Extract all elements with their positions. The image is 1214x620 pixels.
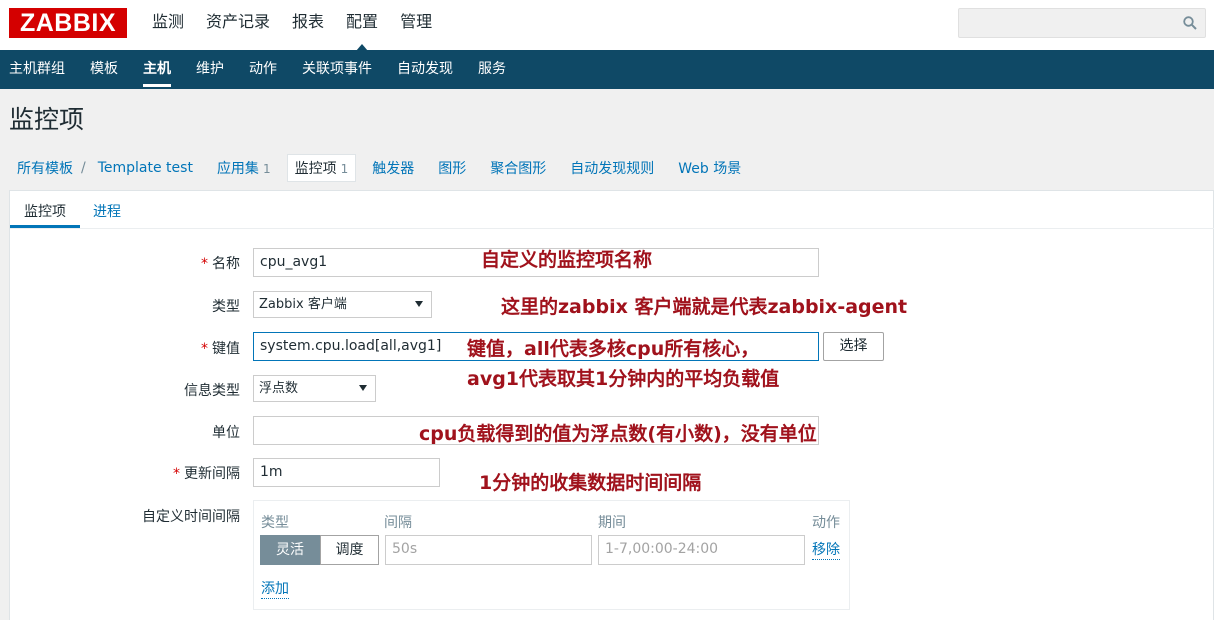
crumb-applications[interactable]: 应用集 1 <box>217 158 271 178</box>
update-interval-label-text: 更新间隔 <box>184 466 240 482</box>
type-select-value: Zabbix 客户端 <box>259 297 347 312</box>
chevron-down-icon <box>359 385 367 391</box>
custom-interval-input[interactable]: 50s <box>385 535 592 565</box>
active-tab-indicator <box>10 225 80 228</box>
required-mark: * <box>201 256 208 272</box>
crumb-template[interactable]: Template test <box>98 160 193 176</box>
custom-intervals-label: 自定义时间间隔 <box>142 509 240 525</box>
submenu-hosts[interactable]: 主机 <box>143 50 171 89</box>
key-label: * 键值 <box>10 338 240 358</box>
custom-interval-placeholder: 50s <box>392 541 418 557</box>
required-mark: * <box>201 341 208 357</box>
form-tabs: 监控项 进程 <box>10 191 1214 229</box>
annotation-key-line1: 键值，all代表多核cpu所有核心， <box>467 338 760 360</box>
crumb-items-count: 1 <box>340 162 349 176</box>
top-bar: ZABBIX 监测 资产记录 报表 配置 管理 <box>0 0 1214 51</box>
info-type-select[interactable]: 浮点数 <box>253 375 376 402</box>
search-input[interactable] <box>958 8 1206 38</box>
submenu-correlation[interactable]: 关联项事件 <box>302 50 372 89</box>
key-label-text: 键值 <box>212 341 240 357</box>
submenu-host-groups[interactable]: 主机群组 <box>9 50 65 89</box>
remove-interval-link[interactable]: 移除 <box>812 541 840 560</box>
col-interval-header: 间隔 <box>384 515 412 531</box>
submenu-services[interactable]: 服务 <box>478 50 506 89</box>
submenu-discovery[interactable]: 自动发现 <box>397 50 453 89</box>
crumb-discovery-rules[interactable]: 自动发现规则 <box>570 158 654 178</box>
crumb-triggers[interactable]: 触发器 <box>372 158 414 178</box>
crumb-items-label: 监控项 <box>294 161 337 177</box>
search-icon[interactable] <box>1183 16 1197 30</box>
update-interval-input[interactable]: 1m <box>253 458 440 487</box>
annotation-units: cpu负载得到的值为浮点数(有小数)，没有单位 <box>419 423 817 445</box>
units-label: 单位 <box>212 425 240 441</box>
crumb-separator: / <box>81 160 86 176</box>
main-menu: 监测 资产记录 报表 配置 管理 <box>152 0 454 51</box>
custom-period-placeholder: 1-7,00:00-24:00 <box>605 541 719 557</box>
choose-key-button[interactable]: 选择 <box>823 332 884 361</box>
submenu-actions[interactable]: 动作 <box>249 50 277 89</box>
crumb-web-scenarios[interactable]: Web 场景 <box>678 158 741 178</box>
scheduling-option[interactable]: 调度 <box>320 535 379 565</box>
annotation-type: 这里的zabbix 客户端就是代表zabbix-agent <box>501 296 908 318</box>
name-label: * 名称 <box>10 253 240 273</box>
type-select[interactable]: Zabbix 客户端 <box>253 291 432 318</box>
custom-intervals-table: 类型 间隔 期间 动作 灵活 调度 50s 1-7,00:00-24:00 移除… <box>253 500 850 610</box>
crumb-screens[interactable]: 聚合图形 <box>490 158 546 178</box>
chevron-down-icon <box>415 301 423 307</box>
crumb-graphs[interactable]: 图形 <box>438 158 466 178</box>
name-label-text: 名称 <box>212 256 240 272</box>
annotation-name: 自定义的监控项名称 <box>481 249 653 271</box>
crumb-all-templates[interactable]: 所有模板 <box>17 158 73 178</box>
info-type-select-value: 浮点数 <box>259 381 299 396</box>
tab-process[interactable]: 进程 <box>93 201 121 221</box>
breadcrumb: 所有模板 / Template test 应用集 1 监控项 1 触发器 图形 聚合… <box>9 152 757 184</box>
menu-inventory[interactable]: 资产记录 <box>206 0 270 50</box>
type-label: 类型 <box>212 299 240 315</box>
page-title: 监控项 <box>9 105 85 134</box>
sub-menu-bar: 主机群组 模板 主机 维护 动作 关联项事件 自动发现 服务 <box>0 50 1214 89</box>
crumb-applications-label: 应用集 <box>216 161 259 177</box>
menu-reports[interactable]: 报表 <box>292 0 324 50</box>
col-period-header: 期间 <box>598 515 626 531</box>
tab-item[interactable]: 监控项 <box>24 201 66 221</box>
update-interval-label: * 更新间隔 <box>10 463 240 483</box>
col-action-header: 动作 <box>812 515 840 531</box>
sub-menu: 主机群组 模板 主机 维护 动作 关联项事件 自动发现 服务 <box>0 50 1214 89</box>
menu-configuration[interactable]: 配置 <box>346 0 378 51</box>
crumb-applications-count: 1 <box>262 162 271 176</box>
submenu-templates[interactable]: 模板 <box>90 50 118 89</box>
info-type-label: 信息类型 <box>184 383 240 399</box>
add-interval-link[interactable]: 添加 <box>261 580 289 599</box>
annotation-key-line2: avg1代表取其1分钟内的平均负载值 <box>467 368 780 390</box>
menu-monitoring[interactable]: 监测 <box>152 0 184 50</box>
zabbix-logo[interactable]: ZABBIX <box>9 8 127 38</box>
annotation-update-interval: 1分钟的收集数据时间间隔 <box>479 472 702 494</box>
interval-type-toggle: 灵活 调度 <box>260 535 379 565</box>
flexible-option[interactable]: 灵活 <box>260 535 320 565</box>
menu-administration[interactable]: 管理 <box>400 0 432 50</box>
custom-period-input[interactable]: 1-7,00:00-24:00 <box>598 535 805 565</box>
crumb-items[interactable]: 监控项 1 <box>286 154 357 182</box>
col-type-header: 类型 <box>261 515 289 531</box>
required-mark: * <box>173 466 180 482</box>
submenu-maintenance[interactable]: 维护 <box>196 50 224 89</box>
